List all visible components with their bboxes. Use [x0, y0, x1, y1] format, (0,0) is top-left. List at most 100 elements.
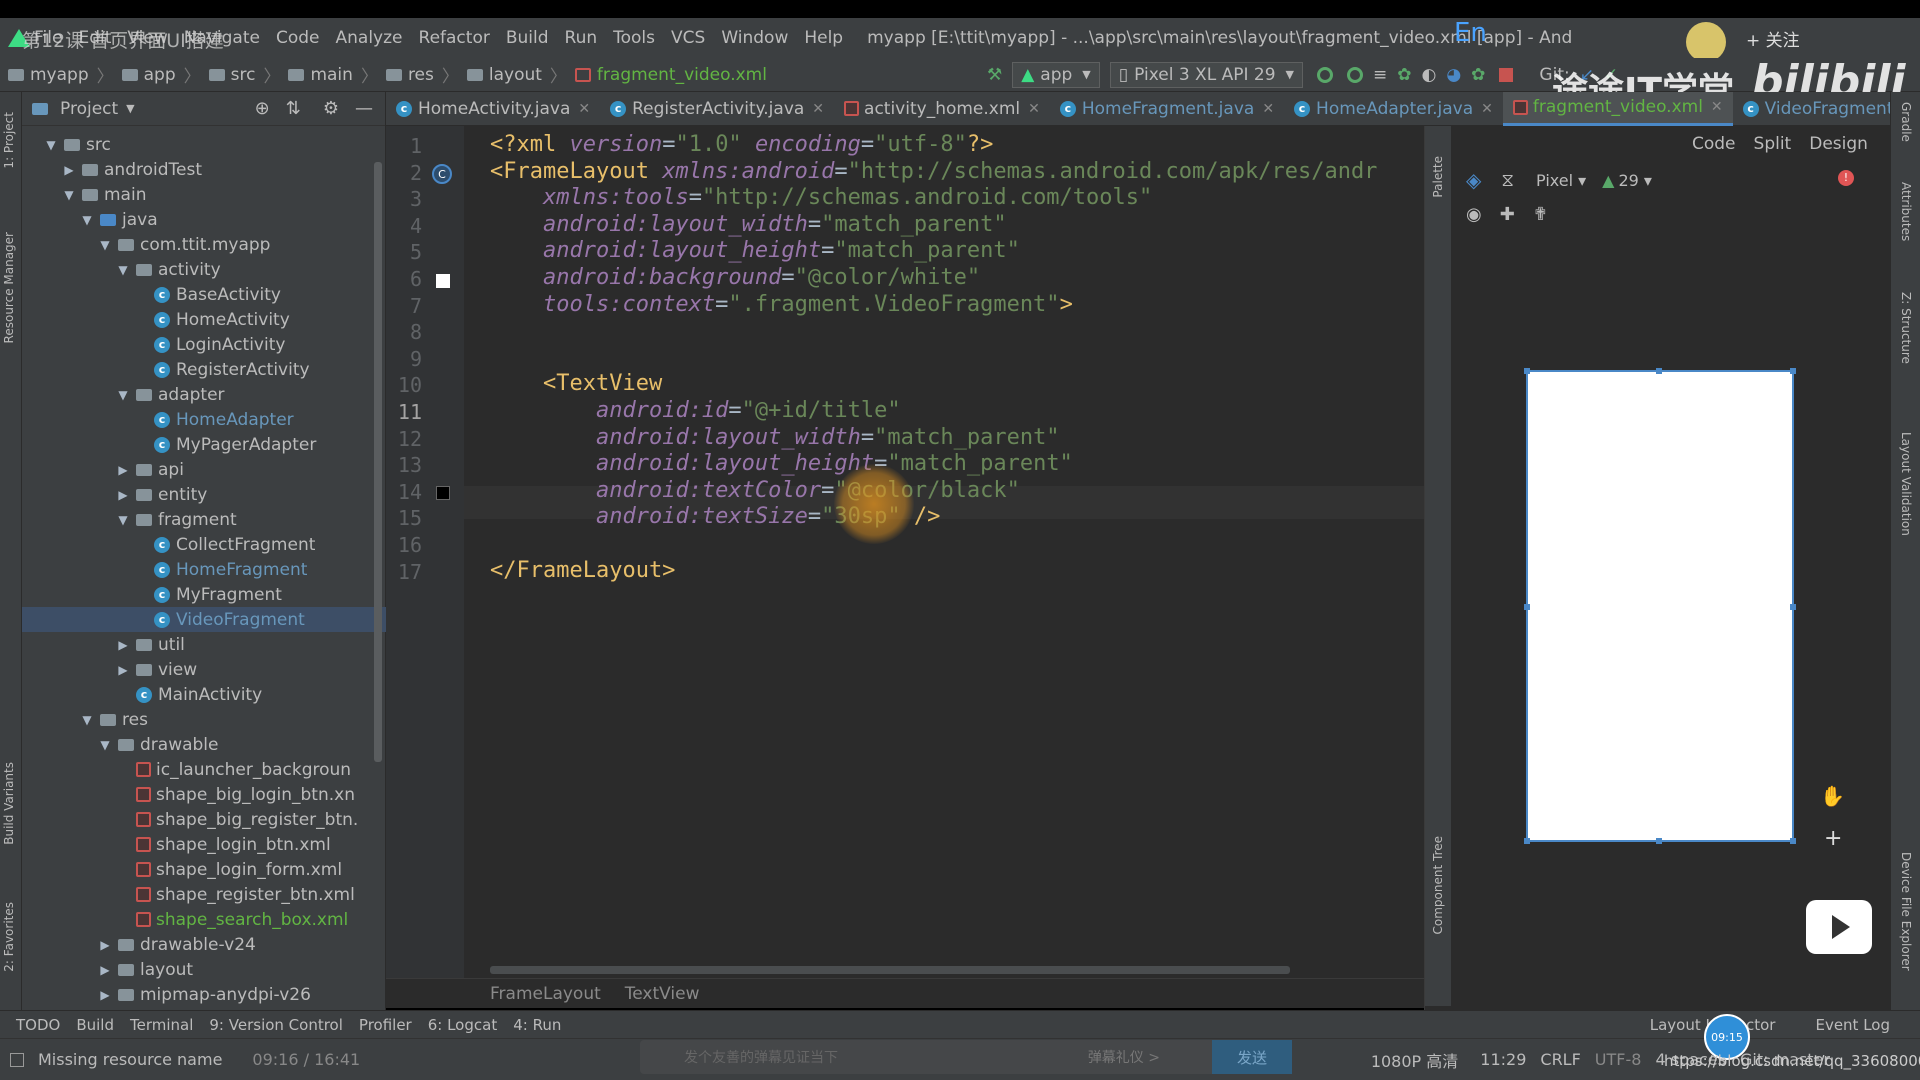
eye-icon[interactable]: ◉	[1466, 204, 1482, 225]
menu-run[interactable]: Run	[565, 28, 598, 48]
tool-window-terminal[interactable]: Terminal	[130, 1016, 193, 1034]
color-white-gutter-icon[interactable]	[436, 274, 450, 288]
tree-item[interactable]: ▼ src	[22, 132, 386, 157]
tree-item[interactable]: ▼ res	[22, 707, 386, 732]
editor-tab[interactable]: c HomeAdapter.java ✕	[1284, 92, 1503, 126]
tree-item[interactable]: c MyFragment	[22, 582, 386, 607]
locate-icon[interactable]: ⊕	[255, 98, 270, 119]
line-separator[interactable]: CRLF	[1540, 1050, 1580, 1069]
tree-item[interactable]: c CollectFragment	[22, 532, 386, 557]
align-icon[interactable]: ✟	[1533, 204, 1548, 225]
tree-item[interactable]: shape_register_btn.xml	[22, 882, 386, 907]
tree-item[interactable]: ▼ java	[22, 207, 386, 232]
close-icon[interactable]: ✕	[1711, 99, 1723, 115]
tree-item[interactable]: shape_big_register_btn.	[22, 807, 386, 832]
magnet-icon[interactable]: ✚	[1500, 204, 1515, 225]
profile-icon[interactable]: ◕	[1446, 65, 1461, 85]
breadcrumb-item[interactable]: layout 〉	[466, 62, 567, 87]
editor-breadcrumb-item[interactable]: FrameLayout	[490, 984, 601, 1004]
chevron-right-icon[interactable]: ▶	[62, 163, 76, 177]
tree-item[interactable]: ▼ com.ttit.myapp	[22, 232, 386, 257]
layout-validation-tab[interactable]: Layout Validation	[1899, 432, 1913, 536]
tree-item[interactable]: ▶ util	[22, 632, 386, 657]
tree-item[interactable]: c RegisterActivity	[22, 357, 386, 382]
device-select[interactable]: ▯ Pixel 3 XL API 29 ▼	[1109, 61, 1303, 88]
project-tool-tab[interactable]: 1: Project	[2, 112, 16, 169]
danmu-input[interactable]: 发个友善的弹幕见证当下 弹幕礼仪 >	[640, 1040, 1260, 1074]
chevron-down-icon[interactable]: ▼	[116, 513, 130, 527]
file-encoding[interactable]: UTF-8	[1595, 1050, 1642, 1069]
component-tree-tab[interactable]: Component Tree	[1431, 836, 1445, 934]
chevron-right-icon[interactable]: ▶	[98, 988, 112, 1002]
tree-item[interactable]: ▼ activity	[22, 257, 386, 282]
menu-code[interactable]: Code	[276, 28, 320, 48]
build-variants-tab[interactable]: Build Variants	[2, 762, 16, 845]
api-select[interactable]: 29 ▾	[1618, 171, 1651, 190]
breadcrumb-item[interactable]: res 〉	[385, 62, 459, 87]
tree-item[interactable]: ▶ drawable-v24	[22, 932, 386, 957]
tree-item[interactable]: ▼ adapter	[22, 382, 386, 407]
editor-tab[interactable]: fragment_video.xml ✕	[1502, 91, 1733, 126]
minimize-icon[interactable]: —	[355, 98, 373, 119]
tree-item[interactable]: ▶ view	[22, 657, 386, 682]
editor-tab[interactable]: c RegisterActivity.java ✕	[600, 92, 834, 126]
tree-item[interactable]: ▼ drawable	[22, 732, 386, 757]
chevron-down-icon[interactable]: ▼	[80, 713, 94, 727]
close-icon[interactable]: ✕	[1028, 101, 1040, 117]
code-editor[interactable]: C 1 2 3 4 5 6 7 8 9 10 11 12 13 14 15 16 17 <?xml versio…	[386, 126, 1424, 1008]
tree-item[interactable]: ▶ androidTest	[22, 157, 386, 182]
resize-handle[interactable]	[1790, 838, 1796, 844]
collapse-all-icon[interactable]: ⇅	[286, 98, 301, 119]
tree-item[interactable]: ▼ main	[22, 182, 386, 207]
danmu-send-button[interactable]: 发送	[1212, 1040, 1292, 1074]
orientation-icon[interactable]: ⧖	[1501, 170, 1514, 191]
tool-window-logcat[interactable]: 6: Logcat	[428, 1016, 497, 1034]
menu-build[interactable]: Build	[506, 28, 549, 48]
breadcrumb-item[interactable]: main 〉	[288, 62, 378, 87]
structure-tab[interactable]: Z: Structure	[1899, 292, 1913, 364]
tool-window-versioncontrol[interactable]: 9: Version Control	[209, 1016, 343, 1034]
chevron-right-icon[interactable]: ▶	[116, 663, 130, 677]
resize-handle[interactable]	[1524, 838, 1530, 844]
follow-button[interactable]: + 关注	[1746, 26, 1800, 51]
debug-icon[interactable]: ✿	[1397, 65, 1411, 85]
tree-item[interactable]: shape_login_btn.xml	[22, 832, 386, 857]
tree-item[interactable]: c MainActivity	[22, 682, 386, 707]
resize-handle[interactable]	[1790, 604, 1796, 610]
close-icon[interactable]: ✕	[812, 101, 824, 117]
tree-item[interactable]: c BaseActivity	[22, 282, 386, 307]
video-quality[interactable]: 1080P 高清	[1371, 1048, 1458, 1072]
attributes-tab[interactable]: Attributes	[1899, 182, 1913, 241]
tree-item[interactable]: c VideoFragment	[22, 607, 386, 632]
tree-item[interactable]: c MyPagerAdapter	[22, 432, 386, 457]
device-file-explorer-tab[interactable]: Device File Explorer	[1899, 852, 1913, 971]
editor-tab[interactable]: c HomeFragment.java ✕	[1050, 92, 1284, 126]
tree-item[interactable]: c HomeAdapter	[22, 407, 386, 432]
chevron-right-icon[interactable]: ▶	[116, 638, 130, 652]
tree-item[interactable]: c LoginActivity	[22, 332, 386, 357]
stop-icon[interactable]	[1499, 67, 1514, 82]
resize-handle[interactable]	[1524, 604, 1530, 610]
tree-item[interactable]: shape_search_box.xml	[22, 907, 386, 932]
tool-window-build[interactable]: Build	[76, 1016, 114, 1034]
editor-horizontal-scrollbar[interactable]	[490, 966, 1290, 974]
zoom-in-icon[interactable]: +	[1824, 826, 1842, 851]
gradle-tab[interactable]: Gradle	[1899, 102, 1913, 142]
chevron-right-icon[interactable]: ▶	[98, 963, 112, 977]
tool-window-profiler[interactable]: Profiler	[359, 1016, 412, 1034]
chevron-right-icon[interactable]: ▶	[98, 938, 112, 952]
resize-handle[interactable]	[1656, 368, 1662, 374]
apply-changes-icon[interactable]	[1316, 66, 1333, 83]
chevron-down-icon[interactable]: ▼	[126, 102, 134, 115]
tree-item[interactable]: c HomeFragment	[22, 557, 386, 582]
tree-item[interactable]: ▶ layout	[22, 957, 386, 982]
editor-tab[interactable]: activity_home.xml ✕	[834, 92, 1050, 126]
resize-handle[interactable]	[1524, 368, 1530, 374]
attach-debugger-icon[interactable]: ✿	[1471, 65, 1485, 85]
error-icon[interactable]: !	[1838, 170, 1854, 186]
avatar[interactable]	[1686, 22, 1726, 62]
layout-preview-canvas[interactable]	[1524, 368, 1796, 844]
chevron-down-icon[interactable]: ▼	[62, 188, 76, 202]
close-icon[interactable]: ✕	[1481, 101, 1493, 117]
chevron-right-icon[interactable]: ▶	[116, 488, 130, 502]
